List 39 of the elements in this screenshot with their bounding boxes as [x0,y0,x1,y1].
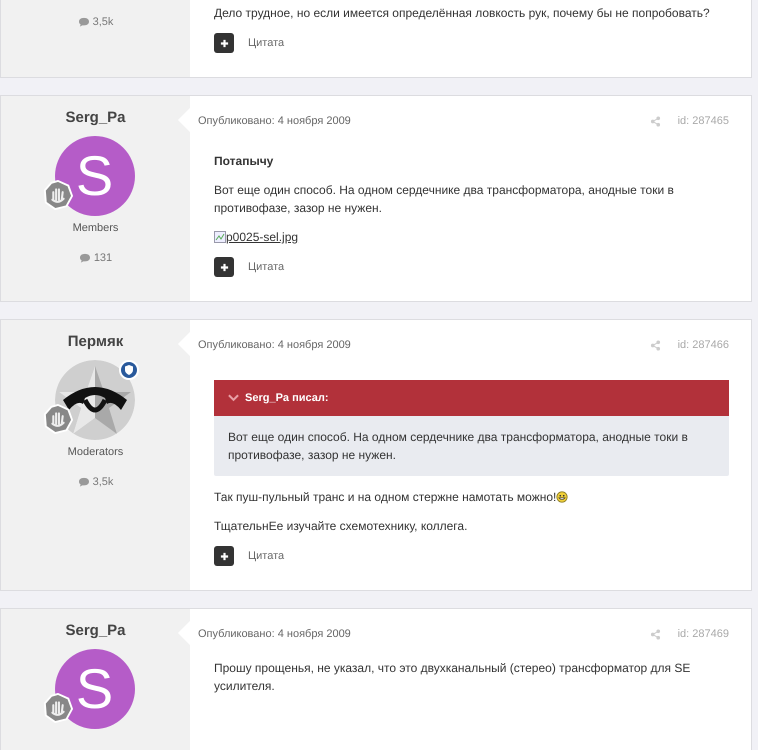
quote-button[interactable]: Цитата [248,37,284,49]
quote-author: Serg_Pa писал: [245,392,329,404]
post-count: 3,5k [92,16,114,28]
comment-icon [78,253,91,263]
multiquote-button[interactable] [214,546,234,566]
multiquote-button[interactable] [214,257,234,277]
author-name[interactable]: Пермяк [68,333,124,350]
rank-badge-icon [42,180,72,210]
author-name[interactable]: Serg_Pa [65,622,126,639]
member-group: Moderators [68,446,124,458]
post-count: 3,5k [92,476,114,488]
plus-icon [220,38,228,48]
avatar[interactable]: S [54,649,134,729]
quote-button[interactable]: Цитата [248,550,284,562]
quote-text: Вот еще один способ. На одном сердечнике два трансформатора, анодные токи в противофазе, зазор не нужен. [227,429,689,464]
comment-icon [78,477,90,487]
member-group: Members [72,222,118,234]
quote-button[interactable]: Цитата [248,261,284,273]
post-text: Так пуш-пульный транс и на одном стержне намотать можно! [214,490,556,504]
plus-icon [220,552,228,560]
publish-date: Опубликовано: 4 ноября 2009 [198,339,352,351]
post-text: Вот еще один способ. На одном сердечнике два трансформатора, анодные токи в противофазе, зазор не нужен. [214,183,674,215]
rank-badge-icon [42,404,72,434]
publish-date: Опубликовано: 4 ноября 2009 [198,115,352,127]
post-count: 131 [94,252,112,264]
rank-badge-icon [42,693,72,723]
multiquote-button[interactable] [214,33,234,53]
post-text: Прошу прощенья, не указал, что это двухканальный (стерео) трансформатор для SE усилителя. [214,661,690,693]
post-text: Дело трудное, но если имеется определённая ловкость рук, почему бы не попробовать? [214,6,710,20]
post-heading: Потапычу [214,153,274,170]
chevron-icon[interactable] [228,394,239,402]
avatar[interactable]: S [54,136,134,216]
plus-icon [220,262,228,272]
post-text: ТщательнЕе изучайте схемотехнику, коллега. [214,519,468,533]
broken-image-icon [214,231,226,243]
publish-date: Опубликовано: 4 ноября 2009 [198,628,352,640]
image-link[interactable]: p0025-sel.jpg [226,228,298,246]
comment-icon [78,17,90,27]
author-name[interactable]: Serg_Pa [65,109,126,126]
